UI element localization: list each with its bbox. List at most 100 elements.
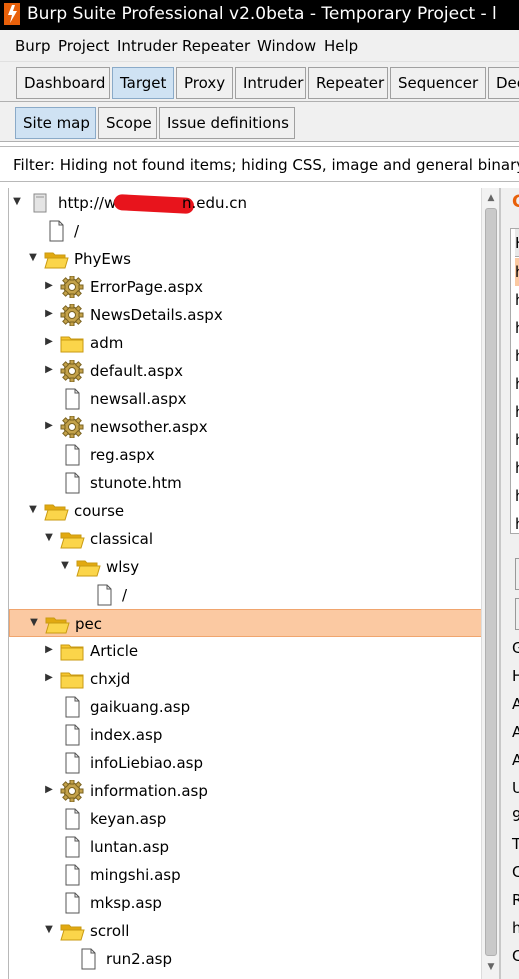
- tree-node-label: /: [74, 222, 80, 240]
- file-icon: [59, 864, 85, 886]
- tree-node[interactable]: ▶ adm: [9, 329, 481, 357]
- tab-intruder[interactable]: Intruder: [235, 67, 306, 99]
- collapsed-arrow-icon[interactable]: ▶: [44, 784, 54, 796]
- menu-help[interactable]: Help: [324, 36, 358, 56]
- gear-icon: [59, 359, 85, 383]
- target-subtab-bar: Site map Scope Issue definitions: [0, 102, 519, 142]
- tree-node-label: stunote.htm: [90, 474, 182, 492]
- scroll-up-icon[interactable]: ▲: [485, 191, 497, 205]
- file-icon: [59, 808, 85, 830]
- contents-table-row[interactable]: h: [515, 342, 519, 370]
- tab-dashboard[interactable]: Dashboard: [16, 67, 110, 99]
- tree-node[interactable]: ▼ wlsy: [9, 553, 481, 581]
- tab-proxy[interactable]: Proxy: [176, 67, 233, 99]
- menu-window[interactable]: Window: [257, 36, 316, 56]
- expanded-arrow-icon[interactable]: ▼: [44, 532, 54, 544]
- collapsed-arrow-icon[interactable]: ▶: [44, 308, 54, 320]
- tree-node-label: classical: [90, 530, 154, 548]
- contents-table-row[interactable]: h: [515, 286, 519, 314]
- tree-node-label: course: [74, 502, 125, 520]
- tree-node[interactable]: ▶ NewsDetails.aspx: [9, 301, 481, 329]
- window-title: Burp Suite Professional v2.0beta - Tempo…: [27, 4, 497, 24]
- site-map-tree: ▼ http://w n.edu.cn / ▼ PhyEws ▶ ErrorPage.aspx…: [8, 188, 481, 979]
- contents-table-row[interactable]: h: [515, 482, 519, 510]
- tree-node[interactable]: newsall.aspx: [9, 385, 481, 413]
- tree-node[interactable]: infoLiebiao.asp: [9, 749, 481, 777]
- tree-node[interactable]: reg.aspx: [9, 441, 481, 469]
- folder-icon: [59, 668, 85, 690]
- tree-node-label: http://w: [58, 194, 117, 212]
- tree-scrollbar[interactable]: ▲ ▼: [481, 188, 499, 979]
- contents-table-row[interactable]: h: [515, 314, 519, 342]
- gear-icon: [59, 415, 85, 439]
- contents-table-row[interactable]: h: [515, 426, 519, 454]
- request-tab-button[interactable]: [515, 558, 519, 590]
- tree-node[interactable]: ▼ PhyEws: [9, 245, 481, 273]
- file-icon: [91, 584, 117, 606]
- tree-node[interactable]: ▼ classical: [9, 525, 481, 553]
- contents-table-row[interactable]: h: [515, 258, 519, 286]
- collapsed-arrow-icon[interactable]: ▶: [44, 280, 54, 292]
- tree-node[interactable]: mksp.asp: [9, 889, 481, 917]
- response-tab-button[interactable]: [515, 598, 519, 630]
- contents-table-row[interactable]: h: [515, 510, 519, 538]
- tab-site-map[interactable]: Site map: [15, 107, 96, 139]
- tree-node[interactable]: ▼ http://w n.edu.cn: [9, 189, 481, 217]
- contents-table-row[interactable]: h: [515, 454, 519, 482]
- tree-node[interactable]: ▼ pec: [9, 609, 481, 637]
- contents-table-header[interactable]: H: [515, 229, 519, 257]
- tree-node-label: /: [122, 586, 128, 604]
- tree-node[interactable]: run2.asp: [9, 945, 481, 973]
- menu-intruder[interactable]: Intruder: [117, 36, 177, 56]
- collapsed-arrow-icon[interactable]: ▶: [44, 672, 54, 684]
- scrollbar-thumb[interactable]: [485, 208, 497, 956]
- expanded-arrow-icon[interactable]: ▼: [29, 617, 39, 629]
- contents-table-row[interactable]: h: [515, 370, 519, 398]
- file-icon: [43, 220, 69, 242]
- tree-node[interactable]: luntan.asp: [9, 833, 481, 861]
- contents-pane: C H hhhhhhhhhh GHAAAU9TCRhC: [499, 188, 519, 979]
- collapsed-arrow-icon[interactable]: ▶: [44, 644, 54, 656]
- request-line: A: [512, 690, 519, 718]
- tree-node[interactable]: /: [9, 217, 481, 245]
- collapsed-arrow-icon[interactable]: ▶: [44, 336, 54, 348]
- tab-scope[interactable]: Scope: [98, 107, 157, 139]
- tab-sequencer[interactable]: Sequencer: [390, 67, 486, 99]
- gear-icon: [59, 303, 85, 327]
- filter-bar[interactable]: Filter: Hiding not found items; hiding C…: [0, 146, 519, 182]
- file-icon: [59, 388, 85, 410]
- request-line: C: [512, 858, 519, 886]
- tab-target[interactable]: Target: [112, 67, 174, 99]
- tree-node[interactable]: ▶ default.aspx: [9, 357, 481, 385]
- tab-decoder[interactable]: Dec: [488, 67, 519, 99]
- expanded-arrow-icon[interactable]: ▼: [28, 504, 38, 516]
- tree-node[interactable]: ▶ newsother.aspx: [9, 413, 481, 441]
- expanded-arrow-icon[interactable]: ▼: [12, 196, 22, 208]
- scroll-down-icon[interactable]: ▼: [485, 960, 497, 974]
- menu-burp[interactable]: Burp: [15, 36, 51, 56]
- collapsed-arrow-icon[interactable]: ▶: [44, 420, 54, 432]
- tree-node[interactable]: ▶ information.asp: [9, 777, 481, 805]
- tree-node[interactable]: stunote.htm: [9, 469, 481, 497]
- tab-repeater[interactable]: Repeater: [308, 67, 388, 99]
- tree-node[interactable]: gaikuang.asp: [9, 693, 481, 721]
- tab-issue-definitions[interactable]: Issue definitions: [159, 107, 295, 139]
- menu-repeater[interactable]: Repeater: [182, 36, 250, 56]
- tree-node[interactable]: index.asp: [9, 721, 481, 749]
- contents-table: H hhhhhhhhhh: [510, 228, 519, 534]
- expanded-arrow-icon[interactable]: ▼: [28, 252, 38, 264]
- expanded-arrow-icon[interactable]: ▼: [60, 560, 70, 572]
- tree-node[interactable]: ▼ scroll: [9, 917, 481, 945]
- tree-node[interactable]: ▼ course: [9, 497, 481, 525]
- tree-node[interactable]: ▶ ErrorPage.aspx: [9, 273, 481, 301]
- tree-node[interactable]: ▶ Article: [9, 637, 481, 665]
- expanded-arrow-icon[interactable]: ▼: [44, 924, 54, 936]
- collapsed-arrow-icon[interactable]: ▶: [44, 364, 54, 376]
- tree-node[interactable]: mingshi.asp: [9, 861, 481, 889]
- tree-node-label: ErrorPage.aspx: [90, 278, 204, 296]
- tree-node[interactable]: keyan.asp: [9, 805, 481, 833]
- contents-table-row[interactable]: h: [515, 398, 519, 426]
- tree-node[interactable]: ▶ chxjd: [9, 665, 481, 693]
- menu-project[interactable]: Project: [58, 36, 109, 56]
- tree-node[interactable]: /: [9, 581, 481, 609]
